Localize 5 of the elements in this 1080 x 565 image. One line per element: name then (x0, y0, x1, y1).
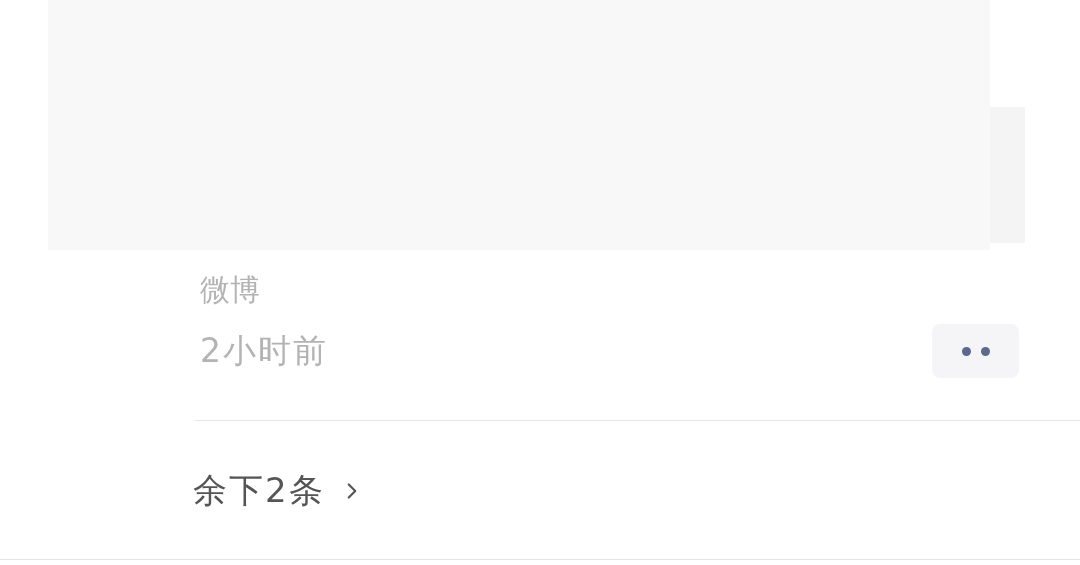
post-time: 2小时前 (200, 330, 328, 373)
dots-icon (961, 346, 990, 356)
post-source: 微博 (200, 270, 260, 309)
more-link[interactable]: 余下2条 (193, 465, 325, 516)
more-options-button[interactable] (932, 324, 1019, 378)
